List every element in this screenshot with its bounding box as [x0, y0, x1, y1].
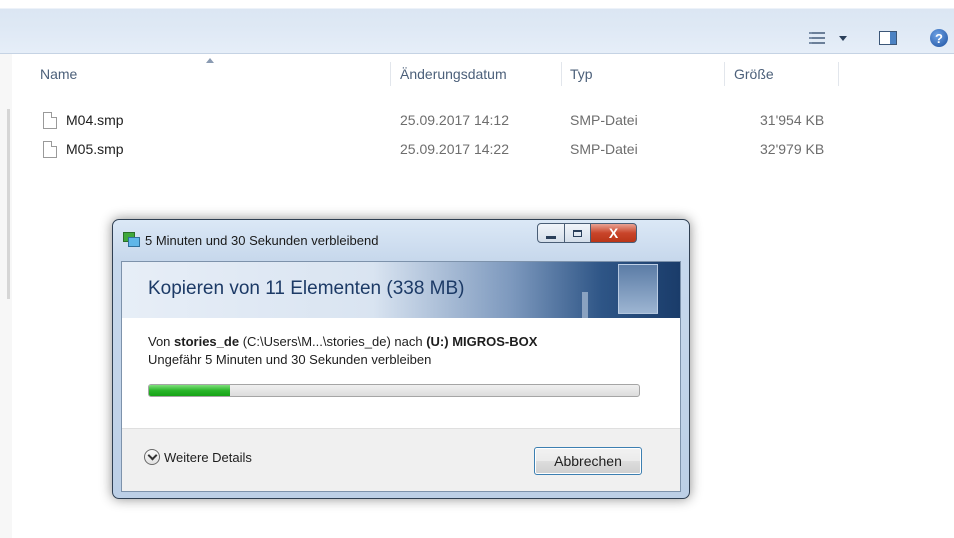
file-row[interactable]: M05.smp 25.09.2017 14:22 SMP-Datei 32'97… — [40, 139, 860, 161]
source-link[interactable]: stories_de — [174, 334, 239, 349]
file-name: M05.smp — [66, 141, 124, 157]
column-separator[interactable] — [390, 62, 391, 86]
preview-pane-icon — [879, 31, 897, 45]
file-icon — [43, 112, 57, 129]
column-header-name[interactable]: Name — [40, 60, 77, 88]
file-type: SMP-Datei — [570, 141, 638, 157]
view-list-icon — [809, 32, 825, 44]
more-details-label: Weitere Details — [164, 449, 252, 465]
copy-source-destination: Von stories_de (C:\Users\M...\stories_de… — [148, 334, 538, 349]
dialog-banner: Kopieren von 11 Elementen (338 MB) — [122, 262, 680, 318]
window-controls: X — [537, 223, 637, 245]
chevron-down-icon[interactable] — [839, 35, 847, 41]
help-button[interactable]: ? — [927, 26, 951, 50]
minimize-icon — [546, 235, 556, 239]
preview-pane-button[interactable] — [875, 26, 901, 50]
close-icon: X — [608, 225, 619, 241]
sort-ascending-icon — [206, 58, 214, 63]
help-icon: ? — [930, 29, 948, 47]
maximize-button[interactable] — [565, 223, 591, 243]
file-size: 31'954 KB — [760, 112, 825, 128]
explorer-toolbar: ? — [0, 0, 954, 54]
copy-heading: Kopieren von 11 Elementen (338 MB) — [148, 278, 465, 299]
scrollbar-thumb[interactable] — [7, 109, 10, 299]
dialog-titlebar[interactable]: 5 Minuten und 30 Sekunden verbleibend X — [113, 220, 689, 260]
dialog-body: Kopieren von 11 Elementen (338 MB) Von s… — [121, 261, 681, 492]
column-header-size[interactable]: Größe — [734, 60, 774, 88]
file-size: 32'979 KB — [760, 141, 825, 157]
column-separator[interactable] — [724, 62, 725, 86]
dialog-title: 5 Minuten und 30 Sekunden verbleibend — [145, 233, 379, 248]
column-separator[interactable] — [838, 62, 839, 86]
file-date: 25.09.2017 14:12 — [400, 112, 509, 128]
navigation-pane-edge — [0, 54, 12, 538]
copy-progress-dialog: 5 Minuten und 30 Sekunden verbleibend X … — [112, 219, 690, 499]
file-date: 25.09.2017 14:22 — [400, 141, 509, 157]
minimize-button[interactable] — [537, 223, 565, 243]
copy-icon — [123, 232, 140, 247]
destination-link[interactable]: (U:) MIGROS-BOX — [426, 334, 537, 349]
column-header-type[interactable]: Typ — [570, 60, 593, 88]
file-row[interactable]: M04.smp 25.09.2017 14:12 SMP-Datei 31'95… — [40, 110, 860, 132]
file-name: M04.smp — [66, 112, 124, 128]
column-header-date[interactable]: Änderungsdatum — [400, 60, 507, 88]
maximize-icon — [573, 229, 582, 237]
progress-fill — [149, 385, 230, 396]
change-view-button[interactable] — [796, 26, 860, 50]
banner-decoration — [618, 264, 658, 314]
time-remaining-text: Ungefähr 5 Minuten und 30 Sekunden verbl… — [148, 352, 432, 367]
file-type: SMP-Datei — [570, 112, 638, 128]
chevron-down-icon — [144, 449, 160, 465]
file-icon — [43, 141, 57, 158]
more-details-toggle[interactable]: Weitere Details — [144, 449, 252, 465]
dialog-footer: Weitere Details Abbrechen — [122, 428, 680, 491]
copy-progress-bar — [148, 384, 640, 397]
close-button[interactable]: X — [591, 223, 637, 243]
cancel-button[interactable]: Abbrechen — [534, 447, 642, 475]
column-separator[interactable] — [561, 62, 562, 86]
